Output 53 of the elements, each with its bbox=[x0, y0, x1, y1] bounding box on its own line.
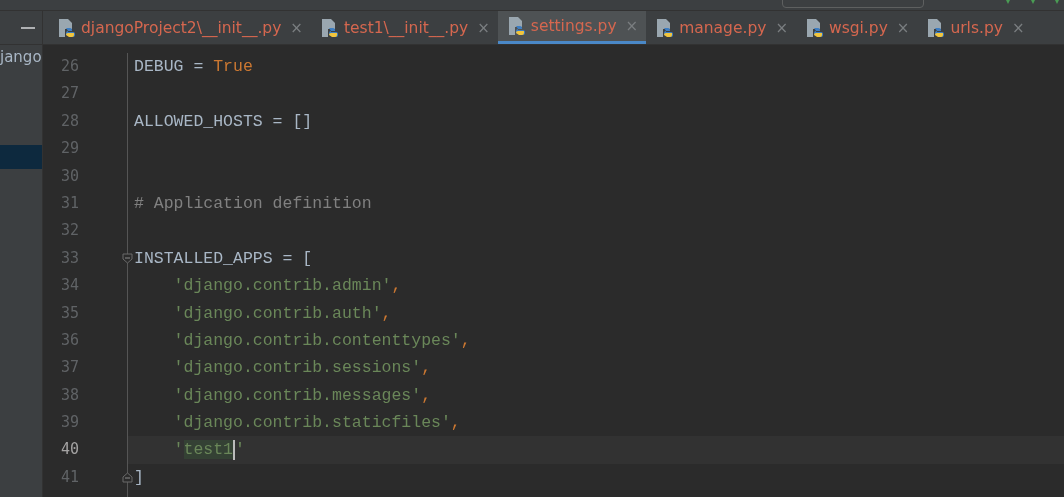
line-number: 36 bbox=[60, 330, 79, 349]
python-file-icon bbox=[927, 17, 946, 38]
file-tab[interactable]: manage.py × bbox=[646, 11, 796, 44]
file-tab[interactable]: wsgi.py × bbox=[795, 11, 918, 44]
line-number: 38 bbox=[60, 385, 79, 404]
line-number: 32 bbox=[60, 221, 79, 240]
line-number: 27 bbox=[60, 84, 79, 103]
python-file-icon bbox=[320, 17, 339, 38]
code-line: 'django.contrib.staticfiles', bbox=[173, 413, 461, 433]
code-line: 'django.contrib.sessions', bbox=[173, 358, 432, 378]
code-line: INSTALLED_APPS = [ bbox=[134, 248, 313, 268]
line-number: 29 bbox=[60, 139, 79, 158]
code-line: 'django.contrib.auth', bbox=[173, 303, 392, 323]
run-icon[interactable] bbox=[1054, 0, 1062, 5]
close-icon[interactable]: × bbox=[896, 18, 910, 37]
code-line: 'django.contrib.messages', bbox=[173, 385, 432, 405]
close-icon[interactable]: × bbox=[290, 18, 303, 37]
code-line: DEBUG = True bbox=[134, 57, 253, 76]
python-file-icon bbox=[58, 17, 76, 38]
close-icon[interactable]: × bbox=[477, 18, 490, 37]
line-number: 30 bbox=[60, 166, 79, 185]
collapse-icon[interactable] bbox=[21, 26, 35, 29]
code-line: ALLOWED_HOSTS = [] bbox=[134, 111, 313, 131]
line-number: 39 bbox=[60, 413, 79, 432]
line-number: 33 bbox=[60, 248, 79, 267]
fold-icon[interactable] bbox=[122, 252, 133, 264]
code-line: # Application definition bbox=[134, 193, 372, 213]
close-icon[interactable]: × bbox=[625, 17, 639, 35]
close-icon[interactable]: × bbox=[1011, 18, 1025, 37]
text-caret bbox=[233, 440, 235, 461]
run-icon[interactable] bbox=[1005, 0, 1013, 5]
python-file-icon bbox=[805, 17, 824, 38]
code-line: 'django.contrib.admin', bbox=[173, 276, 402, 296]
project-tree-item[interactable]: jango bbox=[0, 45, 42, 69]
line-number: 31 bbox=[60, 193, 79, 212]
line-number: 35 bbox=[60, 303, 79, 322]
python-file-icon bbox=[507, 16, 526, 36]
python-file-icon bbox=[656, 17, 675, 38]
line-number: 34 bbox=[60, 276, 79, 295]
file-tab[interactable]: settings.py × bbox=[497, 11, 647, 44]
run-icon[interactable] bbox=[1030, 0, 1038, 5]
line-number: 37 bbox=[60, 358, 79, 377]
file-tab[interactable]: urls.py × bbox=[917, 11, 1033, 44]
line-number: 41 bbox=[60, 467, 79, 486]
line-number: 26 bbox=[60, 57, 79, 75]
close-icon[interactable]: × bbox=[775, 18, 788, 37]
fold-icon[interactable] bbox=[122, 471, 133, 483]
file-tab[interactable]: djangoProject2\__init__.py × bbox=[48, 11, 311, 44]
file-tab[interactable]: test1\__init__.py × bbox=[310, 11, 498, 44]
code-line: ] bbox=[134, 467, 144, 487]
line-number: 40 bbox=[60, 440, 79, 459]
line-number: 28 bbox=[60, 111, 79, 130]
code-line: 'django.contrib.contenttypes', bbox=[173, 330, 471, 350]
